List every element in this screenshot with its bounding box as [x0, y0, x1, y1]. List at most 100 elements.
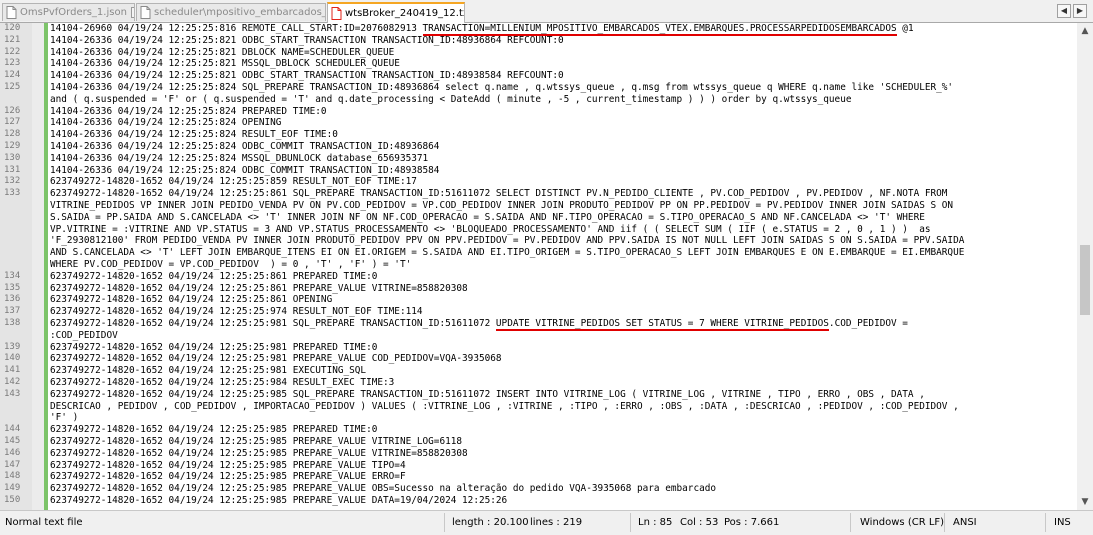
text-segment: 623749272-14820-1652 04/19/24 12:25:25:9…	[50, 365, 367, 377]
text-segment: 623749272-14820-1652 04/19/24 12:25:25:9…	[50, 495, 508, 506]
scroll-up-icon[interactable]: ▲	[1077, 23, 1093, 39]
line-text: 14104-26336 04/19/24 12:25:25:824 RESULT…	[50, 129, 338, 141]
code-line: 121 14104-26336 04/19/24 12:25:25:821 ODB…	[0, 35, 1077, 47]
text-segment: 623749272-14820-1652 04/19/24 12:25:25:9…	[50, 377, 395, 388]
text-segment: 14104-26336 04/19/24 12:25:25:824 RESULT…	[50, 129, 338, 141]
line-number: 138	[4, 318, 21, 328]
text-segment: 14104-26336 04/19/24 12:25:25:824 MSSQL_…	[50, 152, 429, 164]
line-text: :COD_PEDIDOV	[50, 330, 118, 342]
code-line: 'F_2930812100' FROM PEDIDO_VENDA PV INNE…	[0, 235, 1077, 247]
code-line: 126 14104-26336 04/19/24 12:25:25:824 PRE…	[0, 106, 1077, 118]
code-line: AND S.CANCELADA <> 'T' LEFT JOIN EMBARQU…	[0, 247, 1077, 259]
line-number: 143	[4, 388, 21, 399]
line-number: 135	[4, 282, 21, 293]
line-text: 623749272-14820-1652 04/19/24 12:25:25:9…	[50, 389, 925, 401]
line-text: 14104-26336 04/19/24 12:25:25:824 SQL_PR…	[50, 82, 953, 94]
text-segment: 623749272-14820-1652 04/19/24 12:25:25:8…	[50, 176, 417, 188]
line-number: 121	[4, 34, 21, 45]
line-number: 120	[4, 23, 21, 33]
tab-wtsbroker[interactable]: wtsBroker_240419_12.txt ×	[327, 2, 465, 23]
text-segment: 'F' )	[50, 412, 79, 424]
code-line: 133 623749272-14820-1652 04/19/24 12:25:2…	[0, 188, 1077, 200]
line-number: 144	[4, 424, 21, 435]
code-line: 147 623749272-14820-1652 04/19/24 12:25:2…	[0, 460, 1077, 472]
code-line: 130 14104-26336 04/19/24 12:25:25:824 MSS…	[0, 153, 1077, 165]
text-segment: 623749272-14820-1652 04/19/24 12:25:25:9…	[50, 306, 423, 318]
text-editor[interactable]: 120 14104-26960 04/19/24 12:25:25:816 REM…	[0, 23, 1077, 510]
status-filetype: Normal text file	[5, 517, 83, 528]
vertical-scrollbar[interactable]: ▲ ▼	[1077, 23, 1093, 510]
line-number: 130	[4, 152, 21, 163]
tab-label: OmsPvfOrders_1.json	[20, 7, 127, 18]
file-icon	[331, 7, 342, 20]
line-text: 623749272-14820-1652 04/19/24 12:25:25:8…	[50, 294, 332, 306]
text-segment: WHERE PV.COD_PEDIDOV = VP.COD_PEDIDOV ) …	[50, 259, 412, 270]
text-segment: and ( q.suspended = 'F' or ( q.suspended…	[50, 93, 852, 105]
text-segment: 623749272-14820-1652 04/19/24 12:25:25:9…	[50, 388, 925, 400]
text-segment: 623749272-14820-1652 04/19/24 12:25:25:9…	[50, 471, 406, 483]
status-insert-mode[interactable]: INS	[1054, 517, 1071, 528]
line-text: 14104-26336 04/19/24 12:25:25:821 ODBC_S…	[50, 70, 564, 82]
line-number: 124	[4, 70, 21, 81]
text-segment: 'F_2930812100' FROM PEDIDO_VENDA PV INNE…	[50, 235, 965, 247]
tab-label: wtsBroker_240419_12.txt	[345, 8, 465, 19]
line-text: 623749272-14820-1652 04/19/24 12:25:25:9…	[50, 460, 406, 472]
file-icon	[140, 6, 151, 19]
line-text: 14104-26336 04/19/24 12:25:25:821 DBLOCK…	[50, 47, 394, 59]
text-segment: 14104-26336 04/19/24 12:25:25:821 DBLOCK…	[50, 46, 395, 58]
line-text: 14104-26336 04/19/24 12:25:25:824 MSSQL_…	[50, 153, 428, 165]
tab-scroll-arrows: ◀ ▶	[1057, 4, 1087, 18]
code-line: 'F' )	[0, 412, 1077, 424]
text-segment: 623749272-14820-1652 04/19/24 12:25:25:9…	[50, 341, 378, 353]
code-line: 122 14104-26336 04/19/24 12:25:25:821 DBL…	[0, 47, 1077, 59]
line-text: 14104-26336 04/19/24 12:25:25:824 ODBC_C…	[50, 141, 439, 153]
line-number: 149	[4, 483, 21, 494]
line-text: 623749272-14820-1652 04/19/24 12:25:25:9…	[50, 342, 377, 354]
line-number: 141	[4, 365, 21, 376]
code-line: S.SAIDA = PP.SAIDA AND S.CANCELADA <> 'T…	[0, 212, 1077, 224]
code-line: WHERE PV.COD_PEDIDOV = VP.COD_PEDIDOV ) …	[0, 259, 1077, 271]
code-line: 125 14104-26336 04/19/24 12:25:25:824 SQL…	[0, 82, 1077, 94]
line-number: 139	[4, 341, 21, 352]
status-eol[interactable]: Windows (CR LF)	[860, 517, 944, 528]
line-text: 623749272-14820-1652 04/19/24 12:25:25:9…	[50, 318, 908, 331]
code-line: 124 14104-26336 04/19/24 12:25:25:821 ODB…	[0, 70, 1077, 82]
line-number: 137	[4, 306, 21, 317]
line-number: 128	[4, 129, 21, 140]
text-segment: 623749272-14820-1652 04/19/24 12:25:25:9…	[50, 459, 406, 471]
line-number: 131	[4, 164, 21, 175]
line-text: 14104-26336 04/19/24 12:25:25:824 OPENIN…	[50, 117, 281, 129]
line-text: S.SAIDA = PP.SAIDA AND S.CANCELADA <> 'T…	[50, 212, 925, 224]
line-number: 140	[4, 353, 21, 364]
chevron-right-icon[interactable]: ▶	[1073, 4, 1087, 18]
line-text: 623749272-14820-1652 04/19/24 12:25:25:9…	[50, 424, 377, 436]
code-line: 145 623749272-14820-1652 04/19/24 12:25:2…	[0, 436, 1077, 448]
scroll-down-icon[interactable]: ▼	[1077, 494, 1093, 510]
text-segment: 623749272-14820-1652 04/19/24 12:25:25:8…	[50, 270, 378, 282]
file-icon	[6, 6, 17, 19]
text-segment: 14104-26336 04/19/24 12:25:25:824 ODBC_C…	[50, 164, 440, 176]
line-text: 'F_2930812100' FROM PEDIDO_VENDA PV INNE…	[50, 235, 964, 247]
line-text: 14104-26336 04/19/24 12:25:25:824 ODBC_C…	[50, 165, 439, 177]
text-segment: 14104-26960 04/19/24 12:25:25:816 REMOTE…	[50, 23, 423, 34]
tab-bar: OmsPvfOrders_1.json × scheduler\mpositiv…	[0, 0, 1093, 23]
chevron-left-icon[interactable]: ◀	[1057, 4, 1071, 18]
code-line: 132 623749272-14820-1652 04/19/24 12:25:2…	[0, 176, 1077, 188]
tab-label: scheduler\mpositivo_embarcados_vtex.ini	[154, 7, 326, 18]
line-number: 150	[4, 495, 21, 505]
status-encoding[interactable]: ANSI	[953, 517, 977, 528]
scrollbar-thumb[interactable]	[1080, 245, 1090, 315]
text-segment: 623749272-14820-1652 04/19/24 12:25:25:9…	[50, 353, 502, 365]
line-text: AND S.CANCELADA <> 'T' LEFT JOIN EMBARQU…	[50, 247, 964, 259]
text-segment: 623749272-14820-1652 04/19/24 12:25:25:9…	[50, 424, 378, 436]
text-segment: VITRINE_PEDIDOS VP INNER JOIN PEDIDO_VEN…	[50, 200, 954, 211]
line-text: 623749272-14820-1652 04/19/24 12:25:25:9…	[50, 365, 366, 377]
text-segment: 623749272-14820-1652 04/19/24 12:25:25:9…	[50, 318, 496, 329]
close-icon[interactable]: ×	[130, 7, 134, 18]
tab-scheduler-ini[interactable]: scheduler\mpositivo_embarcados_vtex.ini …	[136, 3, 326, 21]
tab-omspvforders[interactable]: OmsPvfOrders_1.json ×	[2, 3, 135, 21]
line-text: VP.VITRINE = :VITRINE AND VP.STATUS = 3 …	[50, 224, 931, 236]
line-text: 14104-26336 04/19/24 12:25:25:824 PREPAR…	[50, 106, 327, 118]
line-text: 623749272-14820-1652 04/19/24 12:25:25:8…	[50, 271, 377, 283]
code-line: 123 14104-26336 04/19/24 12:25:25:821 MSS…	[0, 58, 1077, 70]
